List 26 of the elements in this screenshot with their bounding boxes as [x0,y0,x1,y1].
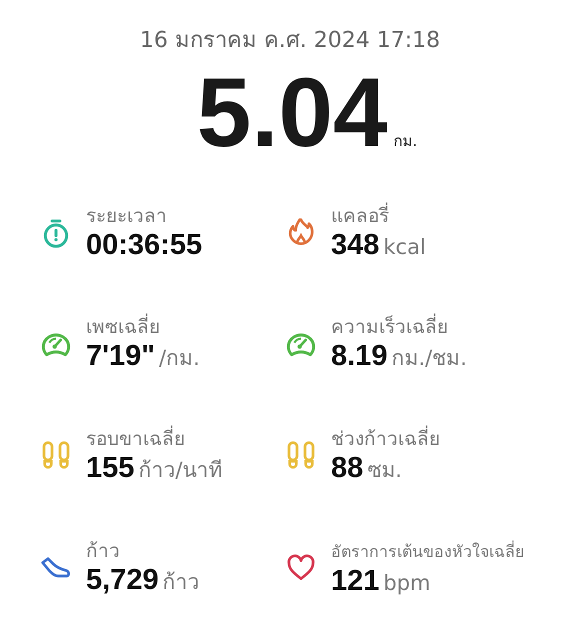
stat-label: เพซเฉลี่ย [86,314,285,340]
stat-unit: ก้าว [162,569,200,596]
stat-value: 8.19 [331,340,388,373]
stat-label: ระยะเวลา [86,204,168,229]
stat-label: ก้าว [86,539,121,564]
stat-unit: /กม. [159,345,200,372]
stat-value: 5,729 [86,564,159,597]
stat-unit: กม./ชม. [391,345,467,372]
stat-label: แคลอรี่ [331,203,530,229]
stat-label: ความเร็วเฉลี่ย [331,314,530,340]
stat-value: 155 [86,452,134,485]
stat-unit: ซม. [367,457,402,484]
stat-label: อัตราการเต้นของหัวใจเฉลี่ย [331,540,525,562]
distance-unit: กม. [393,131,418,152]
stat-value: 88 [331,452,364,485]
stat-label: รอบขาเฉลี่ย [86,426,285,452]
workout-date: 16 มกราคม ค.ศ. 2024 17:18 [138,27,442,55]
stat-label: ช่วงก้าวเฉลี่ย [331,426,530,452]
stat-value: 00:36:55 [86,229,202,262]
distance-value: 5.04 [196,63,388,161]
stat-unit: ก้าว/นาที [138,457,222,484]
stat-value: 7'19" [86,340,156,373]
stat-unit: bpm [383,570,431,594]
stat-unit: kcal [383,235,426,259]
stat-value: 348 [331,229,380,262]
stat-value: 121 [331,564,380,598]
